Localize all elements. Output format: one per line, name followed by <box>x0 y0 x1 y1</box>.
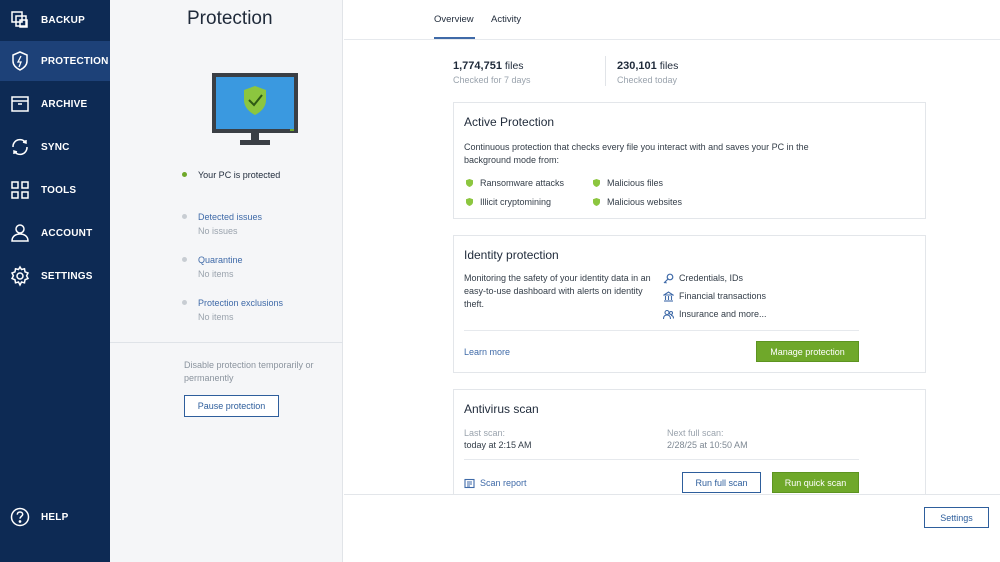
nav-item-backup[interactable]: BACKUP <box>0 0 110 40</box>
settings-button[interactable]: Settings <box>924 507 989 528</box>
antivirus-scan-card: Antivirus scan Last scan: today at 2:15 … <box>453 389 926 509</box>
disable-protection-text: Disable protection temporarily or perman… <box>184 360 314 383</box>
shield-check-icon <box>593 198 600 206</box>
nav-label-settings: SETTINGS <box>41 270 93 282</box>
scan-report-link[interactable]: Scan report <box>480 478 527 488</box>
stat-checked-today-unit: files <box>659 60 679 72</box>
nav-label-archive: ARCHIVE <box>41 98 88 110</box>
quarantine-link[interactable]: Quarantine <box>198 255 243 265</box>
feature-credentials: Credentials, IDs <box>679 273 744 283</box>
archive-icon <box>11 96 29 112</box>
stat-checked-today-number: 230,101 <box>617 60 657 72</box>
nav-item-settings[interactable]: SETTINGS <box>0 256 110 296</box>
identity-card-divider <box>464 330 859 331</box>
nav-item-archive[interactable]: ARCHIVE <box>0 84 110 124</box>
feature-financial: Financial transactions <box>679 291 767 301</box>
antivirus-card-divider <box>464 459 859 460</box>
quarantine-dot <box>182 257 187 262</box>
feature-malicious-websites: Malicious websites <box>607 197 683 207</box>
feature-insurance: Insurance and more... <box>679 309 767 319</box>
exclusions-dot <box>182 300 187 305</box>
nav-label-tools: TOOLS <box>41 184 77 196</box>
account-icon <box>11 224 29 242</box>
main-nav: BACKUP PROTECTION ARCHIVE SYNC TOOLS ACC… <box>0 0 110 562</box>
stat-divider <box>605 56 606 86</box>
footer-bar: Settings <box>344 494 1000 562</box>
stat-checked-today-sub: Checked today <box>617 75 678 85</box>
shield-check-icon <box>466 198 473 206</box>
nav-label-help: HELP <box>41 511 69 523</box>
page-title: Protection <box>187 8 273 29</box>
detected-issues-value: No issues <box>198 226 238 236</box>
stat-checked-today: 230,101 files <box>617 60 678 72</box>
backup-icon <box>11 11 28 28</box>
nav-label-protection: PROTECTION <box>41 55 109 67</box>
detected-issues-link[interactable]: Detected issues <box>198 212 262 222</box>
report-icon <box>464 478 475 489</box>
shield-check-icon <box>466 179 473 187</box>
run-full-scan-button[interactable]: Run full scan <box>682 472 761 493</box>
nav-item-help[interactable]: HELP <box>0 497 110 537</box>
nav-item-tools[interactable]: TOOLS <box>0 170 110 210</box>
nav-label-sync: SYNC <box>41 141 70 153</box>
shield-check-icon <box>593 179 600 187</box>
next-scan-label: Next full scan: <box>667 428 724 438</box>
gear-icon <box>10 265 30 287</box>
feature-ransomware: Ransomware attacks <box>480 178 565 188</box>
identity-protection-card: Identity protection Monitoring the safet… <box>453 235 926 373</box>
last-scan-value: today at 2:15 AM <box>464 440 532 450</box>
active-protection-description: Continuous protection that checks every … <box>464 142 809 165</box>
nav-item-protection[interactable]: PROTECTION <box>0 41 110 81</box>
stat-checked-total-unit: files <box>504 60 524 72</box>
main-content: Overview Activity 1,774,751 files Checke… <box>344 0 1000 562</box>
stat-checked-total-number: 1,774,751 <box>453 60 502 72</box>
protection-exclusions-link[interactable]: Protection exclusions <box>198 298 283 308</box>
protected-monitor-illustration <box>212 73 298 145</box>
quarantine-value: No items <box>198 269 234 279</box>
next-scan-value: 2/28/25 at 10:50 AM <box>667 440 748 450</box>
help-icon <box>10 507 30 527</box>
side-divider <box>110 342 343 343</box>
tabs-divider <box>344 39 1000 40</box>
stat-checked-total: 1,774,751 files <box>453 60 524 72</box>
identity-protection-description: Monitoring the safety of your identity d… <box>464 273 651 309</box>
status-text: Your PC is protected <box>198 170 281 180</box>
tools-grid-icon <box>11 181 29 199</box>
detected-issues-dot <box>182 214 187 219</box>
status-protected-dot <box>182 172 187 177</box>
active-protection-card: Active Protection Continuous protection … <box>453 102 926 219</box>
key-icon <box>663 273 674 284</box>
active-protection-title: Active Protection <box>464 115 555 129</box>
tab-activity[interactable]: Activity <box>491 14 521 25</box>
nav-label-backup: BACKUP <box>41 14 85 26</box>
shield-icon <box>12 51 28 71</box>
run-quick-scan-button[interactable]: Run quick scan <box>772 472 859 493</box>
antivirus-scan-title: Antivirus scan <box>464 402 539 416</box>
last-scan-label: Last scan: <box>464 428 506 438</box>
pause-protection-button[interactable]: Pause protection <box>184 395 279 417</box>
bank-icon <box>663 291 674 302</box>
feature-cryptomining: Illicit cryptomining <box>480 197 552 207</box>
tab-overview[interactable]: Overview <box>434 14 474 25</box>
nav-label-account: ACCOUNT <box>41 227 93 239</box>
nav-item-sync[interactable]: SYNC <box>0 127 110 167</box>
feature-malicious-files: Malicious files <box>607 178 664 188</box>
nav-item-account[interactable]: ACCOUNT <box>0 213 110 253</box>
sync-icon <box>12 138 28 156</box>
stat-checked-total-sub: Checked for 7 days <box>453 75 531 85</box>
learn-more-link[interactable]: Learn more <box>464 347 510 357</box>
identity-protection-title: Identity protection <box>464 248 559 262</box>
users-icon <box>663 309 674 320</box>
protection-side-panel: Protection Your PC is protected Detected… <box>110 0 343 562</box>
protection-exclusions-value: No items <box>198 312 234 322</box>
manage-protection-button[interactable]: Manage protection <box>756 341 859 362</box>
